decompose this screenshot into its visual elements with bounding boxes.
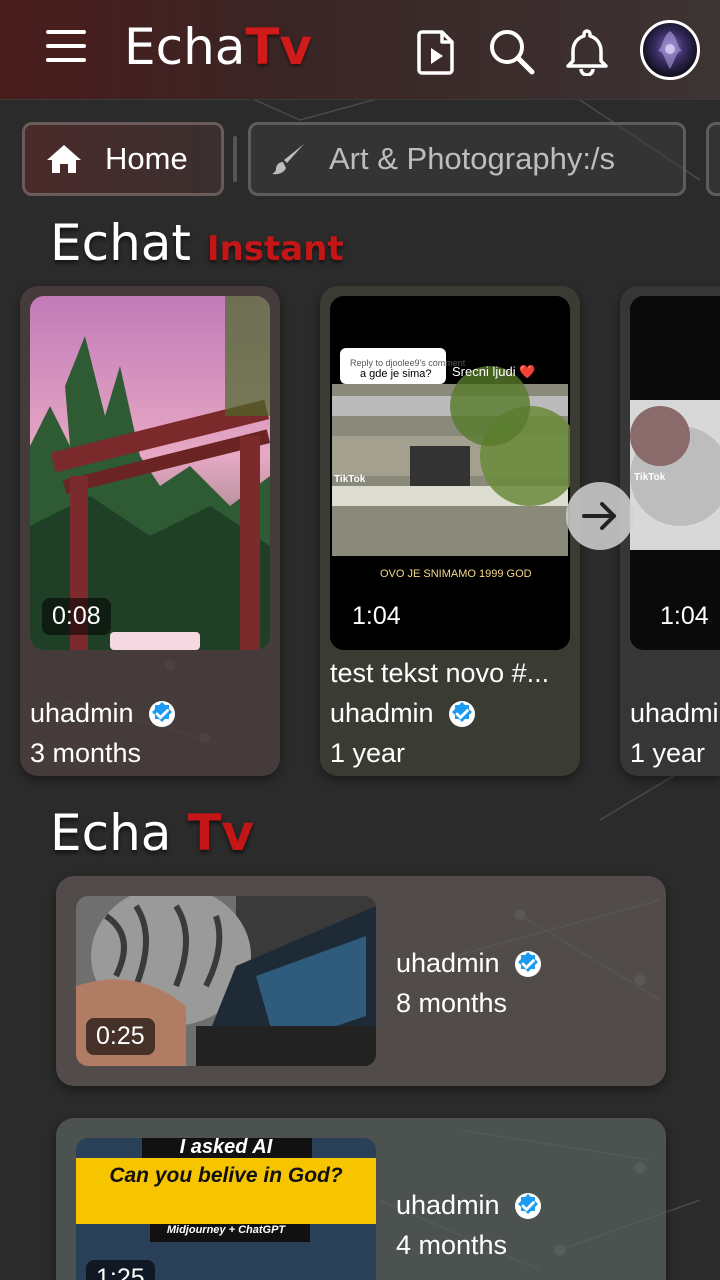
home-icon xyxy=(47,145,81,173)
video-age: 1 year xyxy=(630,738,706,768)
verified-badge-icon xyxy=(514,1192,541,1219)
overlay-brand: TikTok xyxy=(334,474,366,485)
video-author[interactable]: uhadmin xyxy=(330,698,476,729)
scroll-next-button[interactable] xyxy=(566,482,634,550)
video-duration: 0:08 xyxy=(42,598,111,635)
video-thumbnail[interactable]: I asked AI Can you belive in God? Midjou… xyxy=(76,1138,376,1280)
video-duration: 1:04 xyxy=(660,602,709,630)
instant-card[interactable]: TikTok 1:04 uhadmin 1 year xyxy=(620,286,720,776)
chip-home-label: Home xyxy=(105,141,188,176)
verified-badge-icon xyxy=(148,700,175,727)
author-name: uhadmin xyxy=(330,698,434,728)
author-name: uhadmin xyxy=(630,698,720,728)
video-author[interactable]: uhadmin xyxy=(396,948,542,979)
app-header: EchaTv xyxy=(0,0,720,100)
logo-text-echa: Echa xyxy=(124,18,246,76)
video-thumbnail[interactable]: TikTok xyxy=(630,296,720,650)
overlay-bubble: a gde je sima? xyxy=(360,368,432,380)
menu-icon[interactable] xyxy=(46,30,86,64)
tv-video-item[interactable]: 0:25 uhadmin 8 months xyxy=(56,876,666,1086)
tv-title-accent: Tv xyxy=(187,804,255,862)
author-name: uhadmin xyxy=(30,698,134,728)
tv-title: Echa xyxy=(50,804,172,862)
chip-art-photography[interactable]: Art & Photography:/s xyxy=(248,122,686,196)
instant-card[interactable]: 0:08 uhadmin 3 months xyxy=(20,286,280,776)
verified-badge-icon xyxy=(514,950,541,977)
thumb-line-1: I asked AI xyxy=(179,1138,273,1158)
instant-title-accent: Instant xyxy=(206,229,344,269)
author-name: uhadmin xyxy=(396,948,500,978)
author-name: uhadmin xyxy=(396,1190,500,1220)
bell-icon[interactable] xyxy=(562,26,612,76)
video-thumbnail[interactable] xyxy=(30,296,270,650)
tv-video-item[interactable]: I asked AI Can you belive in God? Midjou… xyxy=(56,1118,666,1280)
search-icon[interactable] xyxy=(486,26,536,76)
video-age: 4 months xyxy=(396,1230,508,1260)
video-duration: 0:25 xyxy=(86,1018,155,1055)
overlay-brand: TikTok xyxy=(634,472,666,483)
overlay-reply: Reply to djoolee9's comment xyxy=(350,358,466,368)
instant-title: Echat xyxy=(50,214,192,272)
section-title-tv: Echa Tv xyxy=(50,804,254,862)
video-thumbnail[interactable]: Reply to djoolee9's comment a gde je sim… xyxy=(330,296,570,650)
verified-badge-icon xyxy=(448,700,475,727)
video-age: 3 months xyxy=(30,738,142,768)
avatar[interactable] xyxy=(640,20,700,80)
video-age: 1 year xyxy=(330,738,406,768)
section-title-instant: Echat Instant xyxy=(50,214,344,272)
chip-divider xyxy=(233,136,237,182)
video-author[interactable]: uhadmin xyxy=(30,698,176,729)
video-duration: 1:25 xyxy=(86,1260,155,1280)
video-age: 8 months xyxy=(396,988,508,1018)
chip-home[interactable]: Home xyxy=(22,122,224,196)
category-chips: Home Art & Photography:/s xyxy=(0,122,720,196)
thumb-line-2: Can you belive in God? xyxy=(109,1164,343,1187)
video-title[interactable]: test tekst novo #... xyxy=(330,658,566,689)
instant-card[interactable]: Reply to djoolee9's comment a gde je sim… xyxy=(320,286,580,776)
chip-art-label: Art & Photography:/s xyxy=(329,141,616,176)
video-author[interactable]: uhadmin xyxy=(630,698,720,729)
video-author[interactable]: uhadmin xyxy=(396,1190,542,1221)
brush-icon xyxy=(272,144,304,175)
video-duration: 1:04 xyxy=(352,602,401,630)
logo-text-tv: Tv xyxy=(245,18,313,76)
overlay-subtitle: OVO JE SNIMAMO 1999 GOD xyxy=(380,568,532,580)
overlay-caption: Srecni ljudi ❤️ xyxy=(452,364,536,379)
chip-next-partial[interactable] xyxy=(706,122,720,196)
video-file-icon[interactable] xyxy=(412,26,462,76)
thumb-line-3: Midjourney + ChatGPT xyxy=(166,1224,286,1236)
arrow-right-icon xyxy=(582,502,616,530)
app-logo[interactable]: EchaTv xyxy=(124,18,312,76)
